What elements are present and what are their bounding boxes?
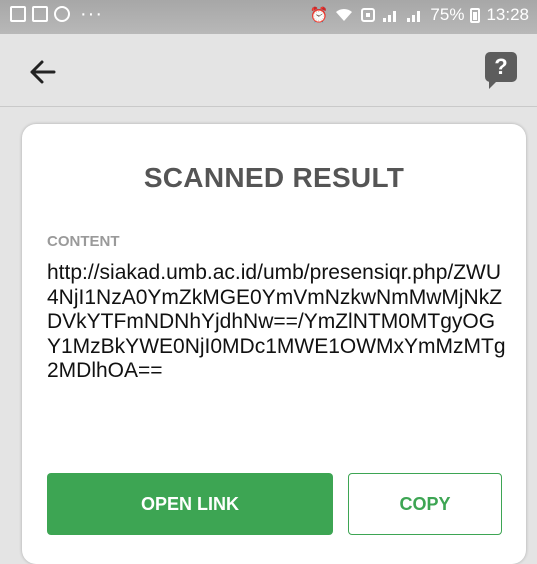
status-right-icons: ⏰ 75% 13:28	[310, 5, 529, 25]
status-bar: ··· ⏰ 75% 13:28	[0, 0, 537, 34]
card-title: SCANNED RESULT	[143, 162, 405, 193]
content-value: http://siakad.umb.ac.id/umb/presensiqr.p…	[47, 261, 506, 382]
help-bubble-tail	[489, 80, 498, 89]
copy-button[interactable]: COPY	[348, 473, 502, 535]
store-bag-icon	[32, 6, 48, 22]
gallery-icon	[10, 6, 26, 22]
wifi-icon	[336, 8, 353, 21]
help-question-icon: ?	[485, 52, 517, 82]
back-button[interactable]	[20, 54, 60, 90]
alarm-icon: ⏰	[309, 7, 329, 24]
clock-time: 13:28	[486, 5, 529, 24]
more-notifications-indicator: ···	[80, 3, 103, 25]
battery-percent: 75%	[430, 5, 465, 24]
signal-icon	[407, 11, 421, 22]
settings-badge-icon	[54, 6, 70, 22]
arrow-left-icon	[30, 60, 56, 84]
status-left-icons: ···	[10, 3, 103, 25]
help-button[interactable]: ?	[483, 52, 521, 92]
signal-icon	[383, 11, 397, 22]
battery-icon	[470, 7, 481, 23]
scanned-result-card: SCANNED RESULT CONTENT http://siakad.umb…	[22, 124, 526, 564]
nfc-icon	[361, 8, 376, 22]
content-label: CONTENT	[47, 233, 120, 250]
app-bar: ?	[0, 34, 537, 107]
open-link-button[interactable]: OPEN LINK	[47, 473, 333, 535]
